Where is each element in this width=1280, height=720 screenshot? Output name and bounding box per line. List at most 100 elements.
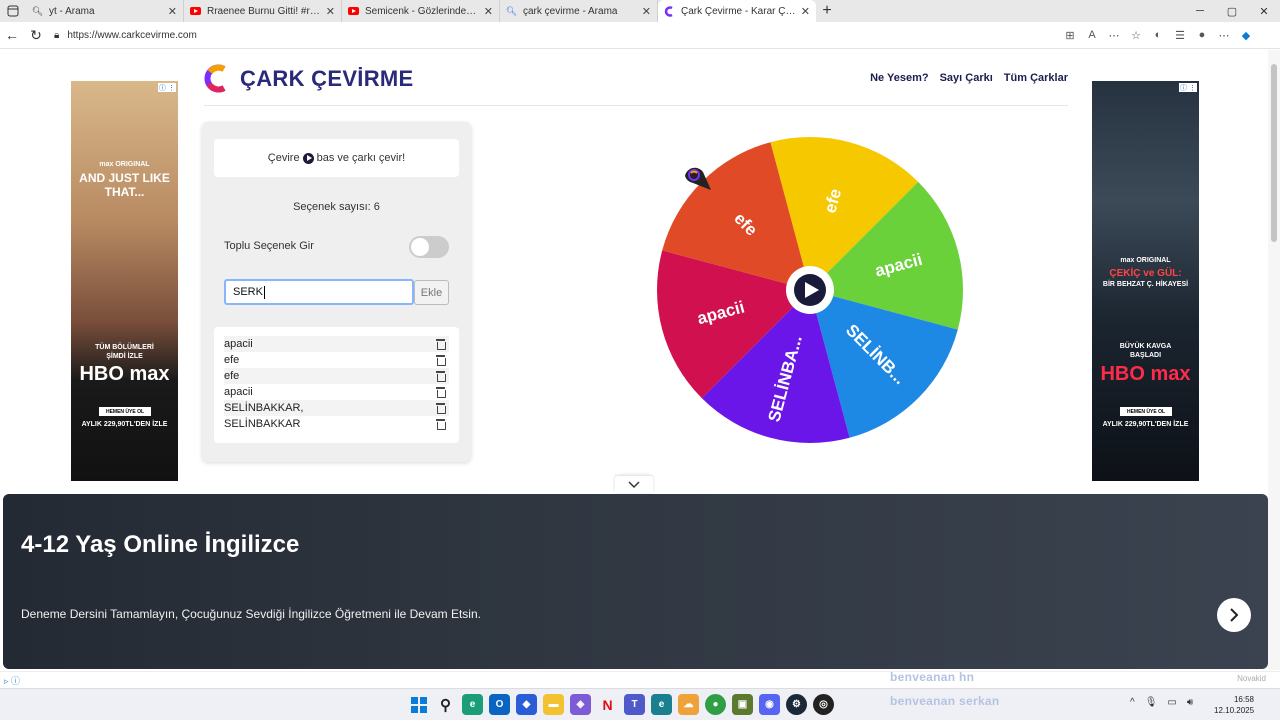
options-panel: Çevire bas ve çarkı çevir! Seçenek sayıs… bbox=[202, 122, 471, 462]
file-explorer-icon[interactable]: ▬ bbox=[543, 694, 564, 715]
scrollbar-thumb[interactable] bbox=[1271, 64, 1277, 242]
taskbar-clock[interactable]: 16:58 12.10.2025 bbox=[1214, 694, 1254, 716]
banner-next-button[interactable] bbox=[1217, 598, 1251, 632]
tab-1[interactable]: 🔍︎ yt - Arama ✕ bbox=[26, 0, 184, 22]
new-tab-button[interactable]: + bbox=[816, 0, 838, 22]
system-tray: ^ 🎙︎ ▭ 🔊︎ bbox=[1130, 697, 1193, 708]
address-bar: ← ↻ 🔒︎ https://www.carkcevirme.com ⊞ A ⋯… bbox=[0, 22, 1280, 49]
tab-4[interactable]: 🔍︎ çark çevirme - Arama ✕ bbox=[500, 0, 658, 22]
close-icon[interactable]: ✕ bbox=[642, 5, 651, 18]
sponsor-label: Novakid bbox=[1237, 674, 1266, 683]
tab-5-active[interactable]: Çark Çevirme - Karar Çarkı! ✕ bbox=[658, 0, 816, 22]
app-available-icon[interactable]: ⊞ bbox=[1062, 25, 1078, 45]
copilot-icon[interactable]: ◆ bbox=[1238, 25, 1254, 45]
page-scrollbar[interactable] bbox=[1268, 50, 1280, 670]
close-icon[interactable]: ✕ bbox=[484, 5, 493, 18]
bulk-entry-label: Toplu Seçenek Gir bbox=[224, 240, 314, 252]
tab-2[interactable]: Rraenee Burnu Gitti! #rraenee - YouTube … bbox=[184, 0, 342, 22]
add-button[interactable]: Ekle bbox=[414, 280, 449, 305]
right-ad-banner[interactable]: ⓘ ⋮ max ORIGINAL ÇEKİÇ ve GÜL: BİR BEHZA… bbox=[1092, 81, 1199, 481]
chrome-icon[interactable]: ● bbox=[705, 694, 726, 715]
close-icon[interactable]: ✕ bbox=[801, 5, 810, 18]
refresh-icon[interactable]: ↻ bbox=[24, 23, 48, 47]
app-badge-icon[interactable]: ◎ bbox=[813, 694, 834, 715]
list-item: SELİNBAKKAR bbox=[224, 416, 449, 432]
list-item: apacii bbox=[224, 384, 449, 400]
collections-icon[interactable]: ☰ bbox=[1172, 25, 1188, 45]
lock-icon[interactable]: 🔒︎ bbox=[54, 30, 59, 41]
options-list: apacii efe efe apacii SELİNBAKKAR, SELİN… bbox=[214, 327, 459, 443]
bottom-strip: ▹ ⓘ Novakid bbox=[0, 671, 1280, 688]
ad-info-icon[interactable]: ⓘ ⋮ bbox=[1179, 83, 1197, 92]
close-icon[interactable]: ✕ bbox=[168, 5, 177, 18]
extensions-icon[interactable]: ⋯ bbox=[1106, 25, 1122, 45]
app-icon[interactable]: ◆ bbox=[516, 694, 537, 715]
volume-icon[interactable]: 🔊︎ bbox=[1187, 697, 1193, 708]
taskbar: ⚲ e O ◆ ▬ ◈ N T e ☁ ● ▣ ◉ ⚙ ◎ ^ 🎙︎ ▭ 🔊︎ … bbox=[0, 688, 1280, 720]
windows-start-icon[interactable] bbox=[408, 694, 429, 715]
list-item: apacii bbox=[224, 336, 449, 352]
read-aloud-icon[interactable]: A bbox=[1084, 25, 1100, 45]
url-field[interactable]: 🔒︎ https://www.carkcevirme.com bbox=[54, 25, 1054, 46]
outlook-icon[interactable]: O bbox=[489, 694, 510, 715]
cloud-app-icon[interactable]: ☁ bbox=[678, 694, 699, 715]
discord-icon[interactable]: ◉ bbox=[759, 694, 780, 715]
maximize-icon[interactable]: ▢ bbox=[1216, 0, 1248, 22]
back-icon[interactable]: ← bbox=[0, 23, 24, 47]
close-icon[interactable]: ✕ bbox=[326, 5, 335, 18]
edge-active-icon[interactable]: e bbox=[651, 694, 672, 715]
teams-icon[interactable]: T bbox=[624, 694, 645, 715]
ad-info-icon[interactable]: ⓘ ⋮ bbox=[158, 83, 176, 92]
bulk-entry-toggle[interactable] bbox=[409, 236, 449, 258]
trash-icon[interactable] bbox=[436, 403, 446, 414]
taskbar-apps: ⚲ e O ◆ ▬ ◈ N T e ☁ ● ▣ ◉ ⚙ ◎ bbox=[408, 694, 834, 715]
toggle-knob bbox=[411, 238, 429, 256]
window-controls: ─ ▢ ✕ bbox=[1184, 0, 1280, 22]
site-logo[interactable]: ÇARK ÇEVİRME bbox=[204, 64, 414, 94]
steam-icon[interactable]: ⚙ bbox=[786, 694, 807, 715]
wheel-pointer-icon bbox=[685, 167, 711, 190]
nav-ne-yesem[interactable]: Ne Yesem? bbox=[870, 72, 929, 84]
settings-more-icon[interactable]: ⋯ bbox=[1216, 25, 1232, 45]
tab-3[interactable]: Semicenk - Gözlerinden Gözlerine ✕ bbox=[342, 0, 500, 22]
chevron-right-icon bbox=[1230, 608, 1239, 622]
split-screen-icon[interactable]: ◐ bbox=[1150, 25, 1166, 45]
microphone-icon[interactable]: 🎙︎ bbox=[1145, 697, 1158, 708]
site-nav: Ne Yesem? Sayı Çarkı Tüm Çarklar bbox=[870, 72, 1068, 84]
spin-hint: Çevire bas ve çarkı çevir! bbox=[214, 139, 459, 177]
profile-avatar[interactable]: ● bbox=[1194, 25, 1210, 45]
address-bar-actions: ⊞ A ⋯ ☆ ◐ ☰ ● ⋯ ◆ bbox=[1062, 25, 1254, 45]
nav-sayi-carki[interactable]: Sayı Çarkı bbox=[940, 72, 993, 84]
close-window-icon[interactable]: ✕ bbox=[1248, 0, 1280, 22]
minecraft-icon[interactable]: ▣ bbox=[732, 694, 753, 715]
favorite-star-icon[interactable]: ☆ bbox=[1128, 25, 1144, 45]
copilot-icon[interactable]: ◈ bbox=[570, 694, 591, 715]
youtube-icon bbox=[190, 6, 201, 17]
edge-icon[interactable]: e bbox=[462, 694, 483, 715]
search-icon: 🔍︎ bbox=[31, 5, 44, 16]
logo-mark-icon bbox=[204, 64, 230, 94]
tray-overflow-icon[interactable]: ^ bbox=[1130, 697, 1135, 708]
trash-icon[interactable] bbox=[436, 387, 446, 398]
trash-icon[interactable] bbox=[436, 419, 446, 430]
left-ad-banner[interactable]: ⓘ ⋮ max ORIGINAL AND JUST LIKE THAT... T… bbox=[71, 81, 178, 481]
trash-icon[interactable] bbox=[436, 339, 446, 350]
overlay-ad-banner[interactable]: 4-12 Yaş Online İngilizce Deneme Dersini… bbox=[3, 494, 1268, 669]
minimize-icon[interactable]: ─ bbox=[1184, 0, 1216, 22]
list-item: SELİNBAKKAR, bbox=[224, 400, 449, 416]
tab-actions-icon[interactable] bbox=[0, 0, 26, 22]
overlay-watermark: benveanan hn bbox=[890, 670, 975, 684]
netflix-icon[interactable]: N bbox=[597, 694, 618, 715]
chevron-down-icon[interactable] bbox=[615, 476, 653, 493]
banner-title: 4-12 Yaş Online İngilizce bbox=[21, 531, 300, 558]
search-icon[interactable]: ⚲ bbox=[435, 694, 456, 715]
list-item: efe bbox=[224, 368, 449, 384]
option-input[interactable]: SERK bbox=[224, 279, 414, 305]
banner-description: Deneme Dersini Tamamlayın, Çocuğunuz Sev… bbox=[21, 607, 481, 621]
trash-icon[interactable] bbox=[436, 355, 446, 366]
header-divider bbox=[204, 105, 1068, 106]
nav-tum-carklar[interactable]: Tüm Çarklar bbox=[1004, 72, 1068, 84]
trash-icon[interactable] bbox=[436, 371, 446, 382]
network-icon[interactable]: ▭ bbox=[1167, 697, 1176, 708]
ad-info-icon[interactable]: ▹ ⓘ bbox=[4, 674, 20, 687]
